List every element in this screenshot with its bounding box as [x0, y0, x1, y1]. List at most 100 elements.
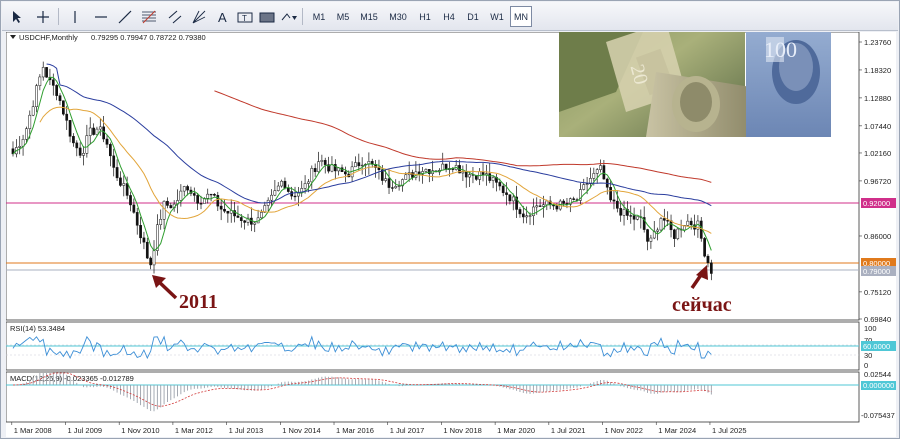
- candle-body: [152, 250, 156, 266]
- text-label-icon[interactable]: T: [234, 6, 256, 27]
- price-tick-label: 1.12880: [864, 94, 891, 103]
- candle-body: [95, 128, 99, 135]
- candle-body: [280, 180, 283, 187]
- candle-body: [461, 171, 465, 174]
- candle-body: [323, 160, 327, 165]
- candle-body: [649, 237, 653, 242]
- candle-body: [622, 209, 626, 216]
- gann-icon[interactable]: [188, 6, 210, 27]
- candle-body: [149, 257, 153, 266]
- candle-body: [196, 195, 200, 204]
- chart-svg[interactable]: 20 100 USDCHF,Monthly 0.79295 0.79947 0.…: [6, 32, 896, 437]
- candle-body: [98, 126, 102, 130]
- time-tick-label: 1 Nov 2014: [282, 426, 320, 435]
- candle-body: [703, 238, 706, 257]
- candle-body: [31, 106, 35, 116]
- candle-body: [219, 205, 223, 210]
- candle-body: [82, 153, 85, 156]
- candle-body: [65, 113, 69, 121]
- price-tick-label: 0.86000: [864, 232, 891, 241]
- candle-body: [615, 200, 619, 209]
- candle-body: [357, 162, 361, 167]
- candle-body: [592, 173, 596, 179]
- timeframe-mn-button[interactable]: MN: [510, 6, 532, 27]
- timeframe-d1-button[interactable]: D1: [462, 6, 484, 27]
- cursor-icon[interactable]: [6, 6, 28, 27]
- time-tick-label: 1 Nov 2022: [605, 426, 643, 435]
- timeframe-m1-button[interactable]: M1: [308, 6, 330, 27]
- candle-body: [72, 136, 75, 144]
- toolbar: A T M1 M5 M15 M30 H1 H4 D1 W1 MN: [2, 2, 898, 31]
- macd-level-tag-label: 0.000000: [863, 381, 894, 390]
- candle-body: [656, 229, 659, 232]
- candle-body: [45, 67, 48, 78]
- currency-photo: 20 100: [559, 32, 831, 137]
- rsi-header: RSI(14) 53.3484: [10, 324, 65, 333]
- time-axis[interactable]: 1 Mar 2008 1 Jul 2009 1 Nov 2010 1 Mar 2012…: [11, 422, 747, 435]
- candle-body: [145, 241, 149, 259]
- shapes-icon[interactable]: [278, 6, 300, 27]
- candle-body: [115, 167, 119, 179]
- candle-body: [270, 194, 273, 201]
- candle-body: [441, 163, 445, 171]
- candle-body: [132, 204, 136, 213]
- time-tick-label: 1 Nov 2010: [121, 426, 159, 435]
- candle-body: [562, 200, 565, 204]
- timeframe-m15-button[interactable]: M15: [356, 6, 382, 27]
- price-axis[interactable]: 1.23760 1.18320 1.12880 1.07440 1.02160 0.967…: [859, 38, 891, 324]
- candle-body: [676, 228, 680, 239]
- candle-body: [699, 220, 703, 239]
- candle-body: [585, 183, 589, 185]
- rsi-tick-100: 100: [864, 324, 877, 333]
- candle-body: [488, 173, 492, 181]
- chart-area[interactable]: 20 100 USDCHF,Monthly 0.79295 0.79947 0.…: [6, 32, 896, 437]
- trendline-icon[interactable]: [114, 6, 136, 27]
- candle-body: [182, 186, 186, 192]
- timeframe-w1-button[interactable]: W1: [486, 6, 508, 27]
- time-tick-label: 1 Mar 2020: [497, 426, 535, 435]
- candle-body: [28, 114, 32, 129]
- candle-body: [186, 186, 189, 191]
- svg-text:A: A: [218, 10, 227, 24]
- rectangle-icon[interactable]: [256, 6, 278, 27]
- crosshair-icon[interactable]: [32, 6, 54, 27]
- candle-body: [216, 195, 220, 207]
- candle-body: [142, 237, 146, 243]
- vertical-line-icon[interactable]: [64, 6, 86, 27]
- macd-header: MACD(12,26,9) -0.023365 -0.012789: [10, 374, 134, 383]
- candle-body: [283, 180, 287, 189]
- candle-body: [673, 229, 676, 239]
- price-tick-label: 1.23760: [864, 38, 891, 47]
- timeframe-h4-button[interactable]: H4: [438, 6, 460, 27]
- candle-body: [572, 198, 576, 200]
- candle-body: [179, 190, 183, 201]
- candle-body: [75, 142, 79, 149]
- candle-body: [192, 193, 196, 196]
- candle-body: [260, 212, 263, 219]
- timeframe-h1-button[interactable]: H1: [414, 6, 436, 27]
- timeframe-m30-button[interactable]: M30: [385, 6, 411, 27]
- rsi-level-tag-label: 60.0000: [863, 342, 890, 351]
- candle-body: [542, 204, 545, 207]
- candle-body: [162, 200, 166, 220]
- time-tick-label: 1 Jul 2009: [67, 426, 102, 435]
- candle-body: [424, 169, 428, 172]
- rsi-tick-30: 30: [864, 351, 872, 360]
- candle-body: [525, 215, 529, 218]
- macd-tick-top: 0.02544: [864, 370, 891, 379]
- timeframe-m5-button[interactable]: M5: [332, 6, 354, 27]
- channel-icon[interactable]: [164, 6, 186, 27]
- candle-body: [209, 193, 213, 196]
- candle-body: [498, 182, 502, 187]
- text-icon[interactable]: A: [212, 6, 234, 27]
- candle-body: [310, 168, 314, 183]
- candle-body: [602, 165, 606, 180]
- time-tick-label: 1 Mar 2024: [658, 426, 696, 435]
- candle-body: [464, 171, 468, 178]
- fibonacci-icon[interactable]: [138, 6, 160, 27]
- candle-body: [239, 217, 243, 221]
- candle-body: [354, 162, 357, 168]
- horizontal-line-icon[interactable]: [90, 6, 112, 27]
- candle-body: [599, 165, 602, 170]
- candle-body: [629, 215, 633, 217]
